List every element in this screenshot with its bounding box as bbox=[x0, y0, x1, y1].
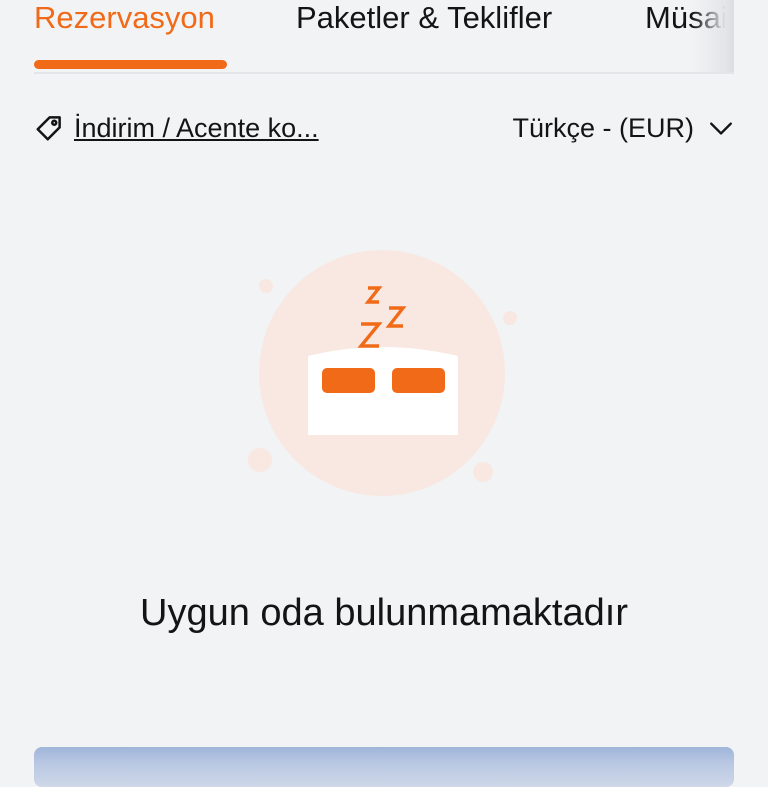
tag-icon bbox=[34, 113, 64, 143]
hotel-banner-image bbox=[34, 747, 734, 787]
chevron-down-icon bbox=[708, 115, 734, 141]
promo-code-label: İndirim / Acente ko... bbox=[74, 112, 319, 143]
tab-scroll-fade bbox=[692, 0, 734, 72]
tab-bar: Rezervasyon Paketler & Teklifler Müsai bbox=[34, 0, 734, 74]
language-currency-label: Türkçe - (EUR) bbox=[512, 112, 695, 143]
tab-paketler-teklifler[interactable]: Paketler & Teklifler bbox=[296, 0, 552, 40]
promo-code-link[interactable]: İndirim / Acente ko... bbox=[34, 106, 319, 150]
sleeping-bed-icon bbox=[240, 240, 530, 510]
no-rooms-message: Uygun oda bulunmamaktadır bbox=[140, 592, 628, 634]
active-tab-indicator bbox=[34, 60, 227, 69]
tab-rezervasyon[interactable]: Rezervasyon bbox=[34, 0, 215, 40]
language-currency-select[interactable]: Türkçe - (EUR) bbox=[513, 106, 735, 150]
toolbar: İndirim / Acente ko... Türkçe - (EUR) bbox=[34, 106, 734, 150]
